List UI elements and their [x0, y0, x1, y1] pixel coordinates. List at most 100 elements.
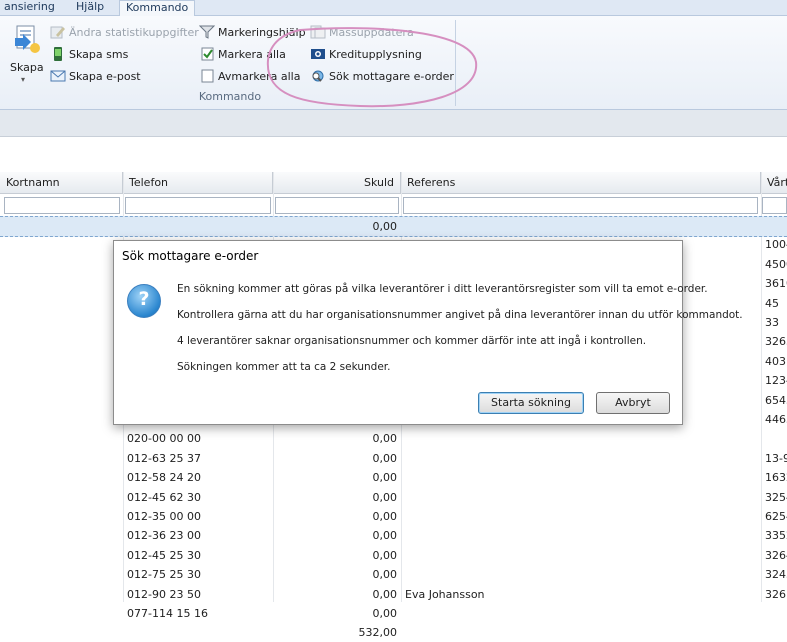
table-row[interactable]: 012-36 23 00 0,00 3352 [0, 526, 787, 545]
sok-mottagare-eorder-button[interactable]: Sök mottagare e-order [310, 68, 454, 86]
skapa-epost-button[interactable]: Skapa e-post [50, 68, 141, 86]
kreditupplysning-button[interactable]: Kreditupplysning [310, 46, 422, 64]
search-globe-icon [310, 69, 326, 83]
cell-vart-kundnummer [765, 217, 787, 236]
table-row[interactable]: 012-45 25 30 0,00 3264 [0, 546, 787, 565]
skapa-sms-button[interactable]: Skapa sms [50, 46, 128, 64]
table-row[interactable]: 0,00 [0, 216, 787, 237]
cell-telefon: 012-58 24 20 [127, 471, 201, 485]
cell-skuld: 0,00 [372, 510, 398, 523]
column-header-skuld[interactable]: Skuld [273, 172, 401, 194]
table-row[interactable]: 012-75 25 30 0,00 3245 [0, 565, 787, 584]
skapa-epost-label: Skapa e-post [69, 70, 141, 83]
cell-referens [405, 449, 755, 468]
starta-sokning-button[interactable]: Starta sökning [478, 392, 584, 414]
avmarkera-alla-button[interactable]: Avmarkera alla [199, 68, 300, 86]
cell-vart-kundnummer: 1632 [765, 471, 787, 485]
cell-skuld: 0,00 [372, 548, 398, 562]
envelope-icon [50, 69, 66, 83]
cell-referens [405, 526, 755, 545]
markeringshjalp-button[interactable]: Markeringshjälp [198, 24, 306, 42]
avbryt-button[interactable]: Avbryt [596, 392, 670, 414]
ribbon: Skapa ▾ Ändra statistikuppgifter Skapa s… [0, 16, 787, 110]
filter-icon [198, 25, 216, 39]
markera-alla-button[interactable]: Markera alla [199, 46, 286, 64]
cell-referens [405, 507, 755, 526]
cell-vart-kundnummer: 3352 [765, 529, 787, 543]
cell-vart-kundnummer: 6254 [765, 510, 787, 523]
column-header-kortnamn[interactable]: Kortnamn [0, 172, 123, 194]
markeringshjalp-label: Markeringshjälp [218, 26, 306, 39]
cell-referens [405, 217, 755, 236]
tab-kommando[interactable]: Kommando [119, 0, 196, 17]
dialog-message-line: 4 leverantörer saknar organisationsnumme… [177, 335, 647, 347]
cell-vart-kundnummer [765, 429, 787, 448]
cell-skuld: 0,00 [372, 607, 398, 620]
dialog-title: Sök mottagare e-order [122, 249, 259, 263]
ribbon-tab-bar: ansiering Hjälp Kommando [0, 0, 787, 17]
massuppdatera-button[interactable]: Massuppdatera [310, 24, 414, 42]
table-row[interactable]: 012-35 00 00 0,00 6254 [0, 507, 787, 526]
sok-mottagare-eorder-label: Sök mottagare e-order [329, 70, 454, 83]
cell-vart-kundnummer [765, 604, 787, 623]
cell-vart-kundnummer: 6543 [765, 393, 787, 407]
checkbox-empty-icon [199, 69, 215, 83]
cell-vart-kundnummer: 1234 [765, 374, 787, 388]
cell-referens [405, 429, 755, 448]
filter-input-skuld[interactable] [275, 197, 399, 214]
cell-vart-kundnummer: 4463 [765, 413, 787, 426]
cell-skuld: 0,00 [372, 451, 398, 465]
table-row[interactable]: 012-63 25 37 0,00 13-99 [0, 449, 787, 468]
tab-finansiering[interactable]: ansiering [0, 0, 61, 15]
filter-input-vart[interactable] [762, 197, 787, 214]
cell-vart-kundnummer: 326 [765, 587, 786, 601]
cell-telefon [127, 217, 269, 236]
credit-report-icon [310, 47, 326, 61]
filter-input-referens[interactable] [403, 197, 758, 214]
table-row[interactable]: 012-45 62 30 0,00 3254 [0, 488, 787, 507]
cell-skuld: 0,00 [372, 529, 398, 543]
andra-statistikuppgifter-label: Ändra statistikuppgifter [69, 26, 199, 39]
column-header-telefon[interactable]: Telefon [123, 172, 273, 194]
massuppdatera-label: Massuppdatera [329, 26, 414, 39]
cell-referens [405, 468, 755, 487]
cell-telefon: 012-45 62 30 [127, 490, 201, 504]
dialog-message-line: Sökningen kommer att ta ca 2 sekunder. [177, 361, 391, 373]
cell-vart-kundnummer: 3265 [765, 335, 787, 349]
checkbox-checked-icon [199, 47, 215, 61]
chevron-down-icon: ▾ [21, 75, 26, 84]
cell-telefon: 020-00 00 00 [127, 432, 201, 446]
table-row[interactable]: 020-00 00 00 0,00 [0, 429, 787, 448]
cell-skuld: 0,00 [372, 568, 398, 582]
cell-vart-kundnummer: 3254 [765, 490, 787, 504]
column-header-referens[interactable]: Referens [401, 172, 761, 194]
tab-hjalp[interactable]: Hjälp [70, 0, 110, 15]
cell-telefon: 012-90 23 50 [127, 587, 201, 601]
cell-referens [405, 546, 755, 565]
cell-vart-kundnummer: 4500 [765, 257, 787, 271]
table-row[interactable]: 532,00 [0, 623, 787, 642]
cell-referens [405, 488, 755, 507]
sok-mottagare-dialog: Sök mottagare e-order ? En sökning komme… [113, 240, 743, 425]
cell-vart-kundnummer: 3245 [765, 568, 787, 582]
cell-skuld: 0,00 [372, 490, 398, 504]
filter-input-telefon[interactable] [125, 197, 271, 214]
cell-skuld: 532,00 [358, 626, 398, 640]
cell-vart-kundnummer: 13-99 [765, 451, 787, 465]
andra-statistikuppgifter-button[interactable]: Ändra statistikuppgifter [50, 24, 199, 42]
kreditupplysning-label: Kreditupplysning [329, 48, 422, 61]
cell-vart-kundnummer: 45 [765, 296, 779, 310]
ribbon-group-label: Kommando [198, 90, 262, 103]
column-header-vart-kundnummer[interactable]: Vårt k [761, 172, 787, 211]
table-row[interactable]: 012-90 23 50 0,00 Eva Johansson 326 [0, 585, 787, 604]
skapa-label: Skapa [10, 61, 44, 74]
table-row[interactable]: 012-58 24 20 0,00 1632 [0, 468, 787, 487]
skapa-button[interactable]: Skapa ▾ [8, 22, 44, 88]
cell-telefon: 012-36 23 00 [127, 529, 201, 543]
filter-input-kortnamn[interactable] [4, 197, 120, 214]
cell-vart-kundnummer: 33 [765, 316, 779, 329]
cell-skuld: 0,00 [372, 587, 398, 601]
cell-referens: Eva Johansson [405, 587, 485, 601]
cell-telefon: 012-45 25 30 [127, 548, 201, 562]
table-row[interactable]: 077-114 15 16 0,00 [0, 604, 787, 623]
